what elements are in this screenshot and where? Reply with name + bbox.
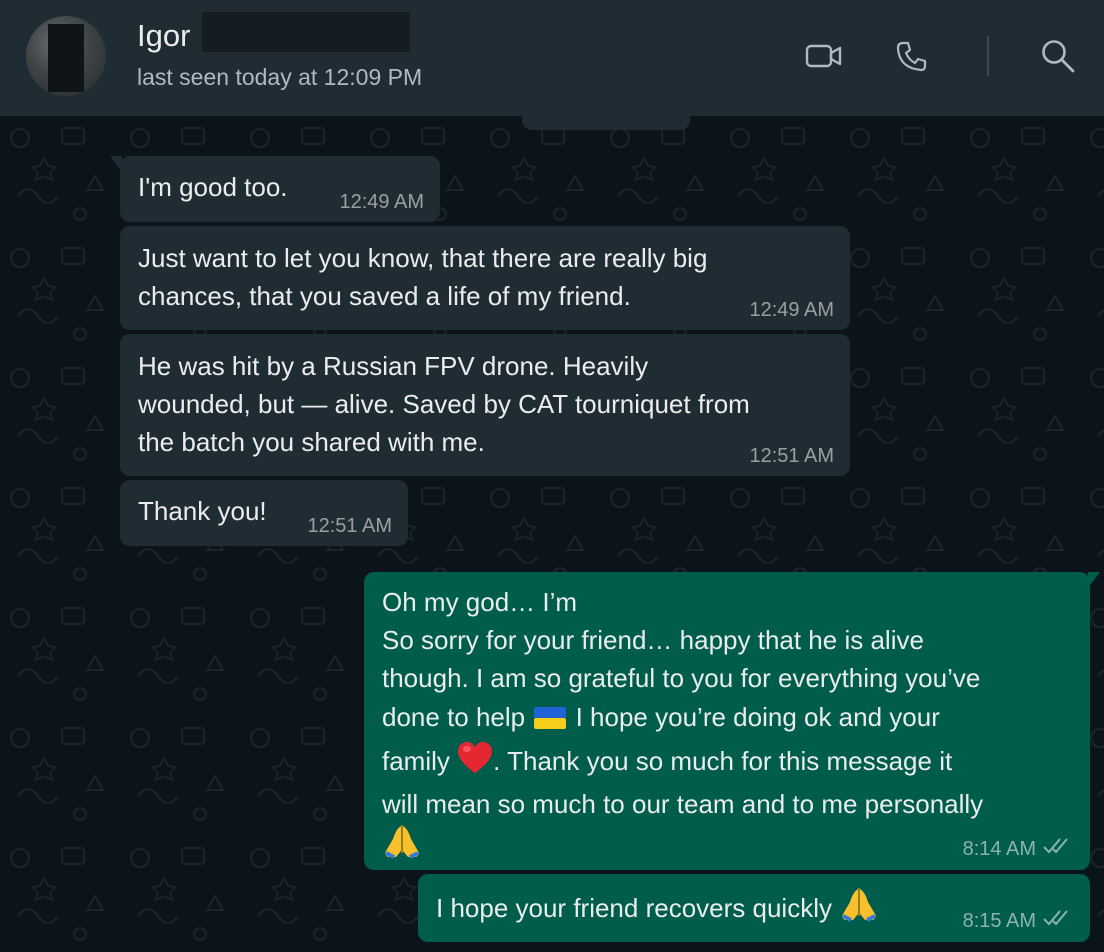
message-time: 12:51 AM bbox=[749, 444, 834, 468]
message-line: So sorry for your friend… happy that he … bbox=[382, 625, 924, 656]
message-line bbox=[382, 823, 983, 869]
phone-icon[interactable] bbox=[892, 36, 932, 76]
contact-name[interactable]: Igor bbox=[137, 18, 190, 54]
message-line: family . Thank you so much for this mess… bbox=[382, 741, 983, 785]
message-timestamp: 12:49 AM bbox=[339, 191, 424, 213]
message-time: 8:14 AM bbox=[963, 836, 1074, 862]
message-text: I'm good too. bbox=[138, 172, 288, 202]
message-timestamp: 12:49 AM bbox=[749, 299, 834, 321]
last-seen-status: last seen today at 12:09 PM bbox=[137, 64, 423, 90]
message-text: He was hit by a Russian FPV drone. Heavi… bbox=[138, 351, 750, 457]
chat-header: Igor last seen today at 12:09 PM bbox=[0, 0, 1104, 116]
message-line: done to help I hope you’re doing ok and … bbox=[382, 698, 983, 741]
message-text: Thank you! bbox=[138, 496, 267, 526]
message-timestamp: 8:14 AM bbox=[962, 838, 1036, 860]
folded-hands-icon bbox=[839, 886, 879, 932]
double-check-icon bbox=[1042, 836, 1074, 862]
video-call-icon[interactable] bbox=[804, 36, 844, 76]
message-timestamp: 12:51 AM bbox=[307, 515, 392, 537]
double-check-icon bbox=[1042, 908, 1074, 934]
message-segment: . Thank you so much for this message it bbox=[493, 745, 953, 776]
message-timestamp: 12:51 AM bbox=[749, 445, 834, 467]
header-divider bbox=[987, 36, 989, 76]
message-text: I hope your friend recovers quickly bbox=[436, 886, 879, 932]
bubble-tail bbox=[1088, 572, 1100, 588]
message-time: 8:15 AM bbox=[963, 908, 1074, 934]
avatar-redaction bbox=[48, 24, 84, 92]
chat-messages-area[interactable]: I'm good too. 12:49 AM Just want to let … bbox=[0, 116, 1104, 952]
message-time: 12:49 AM bbox=[749, 298, 834, 322]
search-icon[interactable] bbox=[1038, 36, 1078, 76]
message-bubble-incoming[interactable]: Just want to let you know, that there ar… bbox=[120, 226, 850, 330]
message-text: Oh my god… I’m So sorry for your friend…… bbox=[382, 583, 983, 869]
folded-hands-icon bbox=[382, 823, 422, 869]
message-line: Oh my god… I’m bbox=[382, 587, 578, 617]
message-bubble-outgoing[interactable]: I hope your friend recovers quickly 8:15… bbox=[418, 874, 1090, 942]
message-segment: done to help bbox=[382, 701, 526, 732]
message-segment: family bbox=[382, 745, 450, 776]
message-timestamp: 8:15 AM bbox=[962, 910, 1036, 932]
contact-avatar[interactable] bbox=[26, 16, 106, 96]
bubble-tail bbox=[110, 156, 122, 172]
message-segment: I hope your friend recovers quickly bbox=[436, 893, 832, 923]
message-bubble-incoming[interactable]: Thank you! 12:51 AM bbox=[120, 480, 408, 546]
message-time: 12:51 AM bbox=[307, 514, 392, 538]
message-text: Just want to let you know, that there ar… bbox=[138, 243, 708, 311]
message-segment: I hope you’re doing ok and your bbox=[575, 701, 940, 732]
message-bubble-outgoing[interactable]: Oh my god… I’m So sorry for your friend…… bbox=[364, 572, 1100, 870]
message-line: will mean so much to our team and to me … bbox=[382, 789, 984, 820]
message-bubble-incoming[interactable]: He was hit by a Russian FPV drone. Heavi… bbox=[120, 334, 850, 476]
message-line: though. I am so grateful to you for ever… bbox=[382, 663, 981, 694]
previous-message-edge bbox=[522, 116, 690, 130]
ukraine-flag-icon bbox=[532, 703, 568, 741]
message-time: 12:49 AM bbox=[339, 190, 424, 214]
red-heart-icon bbox=[457, 741, 493, 785]
message-bubble-incoming[interactable]: I'm good too. 12:49 AM bbox=[110, 156, 440, 222]
name-redaction bbox=[202, 12, 410, 52]
